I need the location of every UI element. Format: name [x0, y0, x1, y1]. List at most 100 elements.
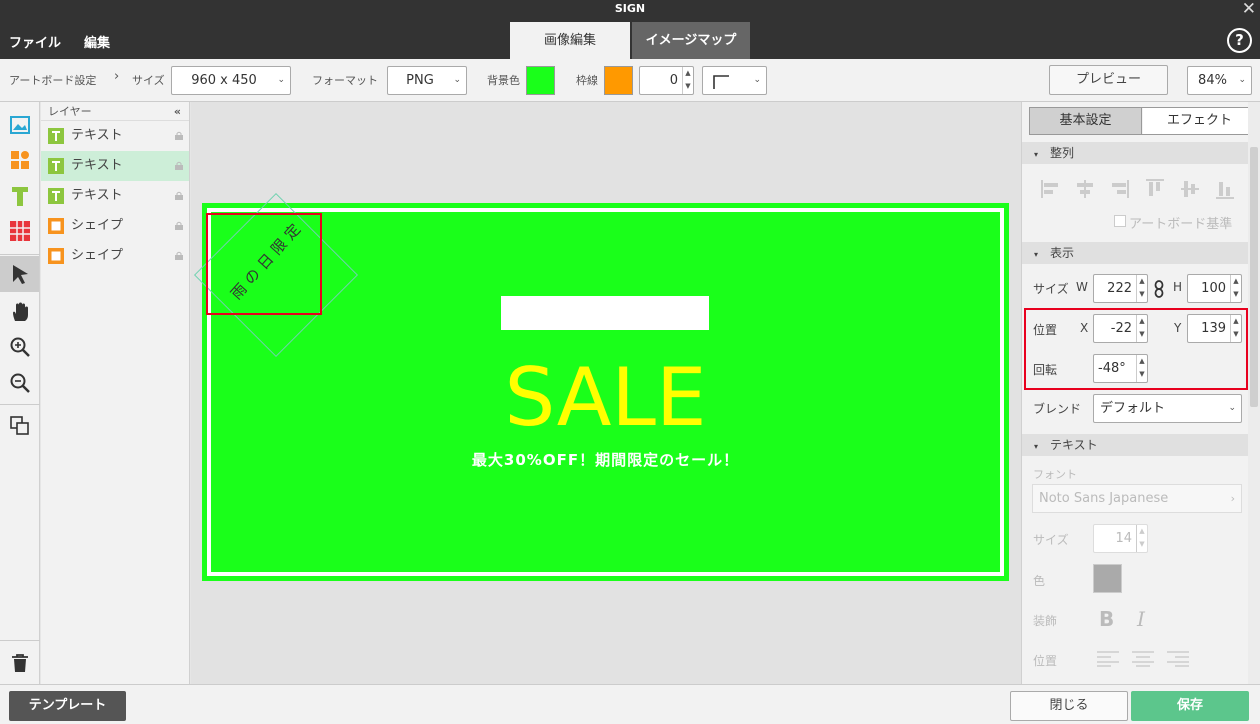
trash-icon[interactable] — [5, 648, 35, 678]
canvas-area[interactable]: SALE 最大30%OFF！期間限定のセール！ 雨の日限定 — [191, 102, 1021, 684]
border-color-swatch[interactable] — [604, 66, 633, 95]
menu-file[interactable]: ファイル — [9, 32, 61, 51]
align-top-icon[interactable] — [1144, 178, 1166, 200]
link-chain-icon[interactable] — [1154, 280, 1164, 298]
align-section-title: 整列 — [1050, 146, 1075, 160]
text-tool-icon[interactable] — [5, 181, 35, 211]
stepper-arrows-icon[interactable]: ▲ ▼ — [1136, 315, 1147, 342]
select-arrow-icon[interactable] — [0, 256, 39, 292]
layer-item[interactable]: シェイプ — [41, 211, 189, 241]
image-icon[interactable] — [5, 110, 35, 140]
text-align-left-icon[interactable] — [1097, 651, 1119, 667]
font-size-label: サイズ — [1033, 533, 1069, 547]
collapse-chevron-icon: ▾ — [1034, 150, 1039, 159]
tab-effects[interactable]: エフェクト — [1143, 108, 1256, 134]
align-section-header[interactable]: ▾ 整列 — [1022, 142, 1249, 164]
scrollbar-thumb[interactable] — [1250, 147, 1258, 407]
close-window-icon[interactable]: ✕ — [1242, 0, 1256, 19]
blend-select[interactable]: デフォルト ⌄ — [1093, 394, 1242, 423]
align-center-h-icon[interactable] — [1074, 178, 1096, 200]
stepper-arrows-icon[interactable]: ▲ ▼ — [682, 67, 693, 94]
zoom-value: 84% — [1198, 73, 1227, 88]
width-stepper[interactable]: 222 ▲ ▼ — [1093, 274, 1148, 303]
text-align-center-icon[interactable] — [1132, 651, 1154, 667]
h-label: H — [1173, 280, 1183, 294]
rotation-stepper[interactable]: -48° ▲ ▼ — [1093, 354, 1148, 383]
display-section-header[interactable]: ▾ 表示 — [1022, 242, 1249, 264]
shapes-icon[interactable] — [5, 145, 35, 175]
lock-icon[interactable] — [175, 221, 183, 230]
artboard[interactable]: SALE 最大30%OFF！期間限定のセール！ — [202, 203, 1009, 581]
align-middle-v-icon[interactable] — [1179, 178, 1201, 200]
y-label: Y — [1174, 321, 1182, 335]
background-color-swatch[interactable] — [526, 66, 555, 95]
stepper-arrows-icon[interactable]: ▲ ▼ — [1230, 275, 1241, 302]
layer-name: シェイプ — [71, 218, 124, 233]
format-select[interactable]: PNG ⌄ — [387, 66, 467, 95]
border-style-select[interactable]: ⌄ — [702, 66, 767, 95]
layer-item[interactable]: テキスト — [41, 181, 189, 211]
layer-item[interactable]: テキスト — [41, 121, 189, 151]
font-size-stepper[interactable]: 14 ▲ ▼ — [1093, 524, 1148, 553]
size-select[interactable]: 960 x 450 ⌄ — [171, 66, 291, 95]
stepper-arrows-icon[interactable]: ▲ ▼ — [1230, 315, 1241, 342]
align-left-icon[interactable] — [1040, 178, 1062, 200]
text-layer-icon — [48, 158, 64, 174]
zoom-select[interactable]: 84% ⌄ — [1187, 66, 1252, 95]
collapse-icon[interactable]: « — [174, 102, 181, 121]
help-icon[interactable]: ? — [1227, 28, 1252, 53]
lock-icon[interactable] — [175, 191, 183, 200]
sale-text[interactable]: SALE — [202, 353, 1009, 443]
save-button[interactable]: 保存 — [1131, 691, 1249, 721]
tab-image-edit[interactable]: 画像編集 — [510, 22, 630, 59]
tool-strip — [0, 102, 40, 684]
text-color-swatch[interactable] — [1093, 564, 1122, 593]
footer-bar: テンプレート 閉じる 保存 — [0, 684, 1260, 724]
height-stepper[interactable]: 100 ▲ ▼ — [1187, 274, 1242, 303]
sale-subtitle-text[interactable]: 最大30%OFF！期間限定のセール！ — [202, 449, 1009, 470]
size-value: 960 x 450 — [191, 73, 257, 88]
arrange-icon[interactable] — [5, 411, 35, 441]
collapse-chevron-icon: ▾ — [1034, 442, 1039, 451]
align-right-icon[interactable] — [1108, 178, 1130, 200]
zoom-in-icon[interactable] — [5, 332, 35, 362]
text-align-right-icon[interactable] — [1167, 651, 1189, 667]
text-layer-icon — [48, 188, 64, 204]
stepper-arrows-icon[interactable]: ▲ ▼ — [1136, 525, 1147, 552]
hand-icon[interactable] — [5, 297, 35, 327]
template-button[interactable]: テンプレート — [9, 691, 126, 721]
layer-item[interactable]: テキスト — [41, 151, 189, 181]
lock-icon[interactable] — [175, 251, 183, 260]
artboard-ref-checkbox[interactable] — [1114, 215, 1126, 227]
stepper-arrows-icon[interactable]: ▲ ▼ — [1136, 355, 1147, 382]
lock-icon[interactable] — [175, 161, 183, 170]
bold-icon[interactable]: B — [1099, 607, 1114, 631]
close-button[interactable]: 閉じる — [1010, 691, 1128, 721]
properties-scrollbar[interactable] — [1248, 102, 1260, 684]
white-bar-shape[interactable] — [501, 296, 709, 330]
menu-edit[interactable]: 編集 — [84, 32, 110, 51]
y-stepper[interactable]: 139 ▲ ▼ — [1187, 314, 1242, 343]
font-label: フォント — [1033, 468, 1077, 481]
w-label: W — [1076, 280, 1088, 294]
italic-icon[interactable]: I — [1137, 607, 1145, 631]
layer-item[interactable]: シェイプ — [41, 241, 189, 271]
tab-basic-settings[interactable]: 基本設定 — [1030, 108, 1142, 134]
preview-button[interactable]: プレビュー — [1049, 65, 1168, 95]
tab-image-map[interactable]: イメージマップ — [632, 22, 750, 59]
x-stepper[interactable]: -22 ▲ ▼ — [1093, 314, 1148, 343]
table-icon[interactable] — [5, 216, 35, 246]
align-bottom-icon[interactable] — [1214, 178, 1236, 200]
text-section-header[interactable]: ▾ テキスト — [1022, 434, 1249, 456]
size-label: サイズ — [132, 74, 165, 87]
background-color-label: 背景色 — [487, 74, 520, 87]
text-layer-icon — [48, 128, 64, 144]
lock-icon[interactable] — [175, 131, 183, 140]
border-width-stepper[interactable]: 0 ▲ ▼ — [639, 66, 694, 95]
artboard-ref-label: アートボード基準 — [1129, 217, 1233, 232]
stepper-arrows-icon[interactable]: ▲ ▼ — [1136, 275, 1147, 302]
zoom-out-icon[interactable] — [5, 368, 35, 398]
font-select[interactable]: Noto Sans Japanese › — [1032, 484, 1242, 513]
layer-name: テキスト — [71, 128, 123, 143]
collapse-chevron-icon: ▾ — [1034, 250, 1039, 259]
